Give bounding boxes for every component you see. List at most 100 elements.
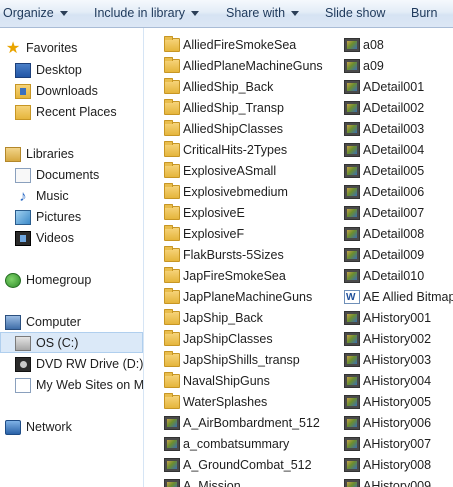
nav-libraries-label: Libraries	[26, 147, 74, 161]
folder-item[interactable]: ExplosiveF	[164, 224, 339, 245]
slide-show-button[interactable]: Slide show	[325, 0, 385, 27]
file-item[interactable]: AHistory009	[344, 476, 452, 487]
nav-item-recent-places[interactable]: Recent Places	[15, 102, 141, 123]
file-item[interactable]: ADetail002	[344, 98, 452, 119]
file-name: WaterSplashes	[183, 395, 268, 409]
folder-item[interactable]: JapShip_Back	[164, 308, 339, 329]
file-item[interactable]: ADetail007	[344, 203, 452, 224]
folder-item[interactable]: FlakBursts-5Sizes	[164, 245, 339, 266]
file-name: ExplosiveE	[183, 206, 245, 220]
file-name: AlliedFireSmokeSea	[183, 38, 297, 52]
file-item[interactable]: ADetail001	[344, 77, 452, 98]
folder-item[interactable]: AlliedFireSmokeSea	[164, 35, 339, 56]
file-name: A_AirBombardment_512	[183, 416, 320, 430]
nav-homegroup[interactable]: Homegroup	[5, 270, 141, 291]
folder-item[interactable]: AlliedShip_Transp	[164, 98, 339, 119]
file-item[interactable]: AHistory006	[344, 413, 452, 434]
file-item[interactable]: A_GroundCombat_512	[164, 455, 339, 476]
include-in-library-button[interactable]: Include in library	[94, 0, 200, 27]
file-name: AHistory005	[363, 395, 432, 409]
folder-item[interactable]: JapFireSmokeSea	[164, 266, 339, 287]
file-name: ADetail010	[363, 269, 425, 283]
file-item[interactable]: AHistory005	[344, 392, 452, 413]
nav-item-music[interactable]: ♪ Music	[15, 186, 141, 207]
folder-item[interactable]: JapShipClasses	[164, 329, 339, 350]
file-item[interactable]: AE Allied Bitmap	[344, 287, 453, 308]
nav-item-documents[interactable]: Documents	[15, 165, 141, 186]
nav-item-label: Recent Places	[36, 105, 117, 119]
image-file-icon	[344, 248, 360, 262]
navigation-pane: ★ Favorites Desktop Downloads Recent Pla…	[0, 28, 143, 487]
file-item[interactable]: AHistory001	[344, 308, 452, 329]
file-item[interactable]: ADetail004	[344, 140, 452, 161]
file-name: ADetail008	[363, 227, 425, 241]
file-name: ADetail007	[363, 206, 425, 220]
nav-favorites[interactable]: ★ Favorites	[5, 38, 141, 59]
file-item[interactable]: AHistory007	[344, 434, 452, 455]
nav-computer[interactable]: Computer	[5, 312, 141, 333]
image-file-icon	[164, 437, 180, 451]
organize-button[interactable]: Organize	[3, 0, 68, 27]
file-item[interactable]: ADetail009	[344, 245, 452, 266]
file-name: AHistory002	[363, 332, 432, 346]
file-item[interactable]: AHistory008	[344, 455, 452, 476]
folder-icon	[164, 78, 180, 94]
folder-item[interactable]: ExplosiveASmall	[164, 161, 339, 182]
file-item[interactable]: A_AirBombardment_512	[164, 413, 339, 434]
nav-libraries[interactable]: Libraries	[5, 144, 141, 165]
image-file-icon	[344, 227, 360, 241]
file-item[interactable]: AHistory004	[344, 371, 452, 392]
slide-show-label: Slide show	[325, 6, 386, 20]
nav-item-desktop[interactable]: Desktop	[15, 60, 141, 81]
folder-item[interactable]: Explosivebmedium	[164, 182, 339, 203]
file-item[interactable]: a_combatsummary	[164, 434, 339, 455]
file-item[interactable]: AHistory002	[344, 329, 452, 350]
image-file-icon	[344, 269, 360, 283]
file-item[interactable]: ADetail010	[344, 266, 452, 287]
file-item[interactable]: ADetail008	[344, 224, 452, 245]
file-item[interactable]: a09	[344, 56, 452, 77]
image-file-icon	[164, 479, 180, 487]
share-with-button[interactable]: Share with	[226, 0, 300, 27]
file-item[interactable]: ADetail003	[344, 119, 452, 140]
folder-item[interactable]: JapPlaneMachineGuns	[164, 287, 339, 308]
file-item[interactable]: A_Mission	[164, 476, 339, 487]
image-file-icon	[344, 395, 360, 409]
file-name: AlliedPlaneMachineGuns	[183, 59, 323, 73]
burn-button[interactable]: Burn	[411, 0, 437, 27]
nav-item-web-sites[interactable]: My Web Sites on MS	[15, 375, 143, 396]
folder-item[interactable]: JapShipShills_transp	[164, 350, 339, 371]
folder-item[interactable]: AlliedShipClasses	[164, 119, 339, 140]
nav-item-dvd-drive[interactable]: DVD RW Drive (D:) G	[15, 354, 143, 375]
file-item[interactable]: ADetail005	[344, 161, 452, 182]
image-file-icon	[344, 206, 360, 220]
web-sites-icon	[15, 378, 31, 393]
recent-places-icon	[15, 105, 31, 120]
folder-item[interactable]: ExplosiveE	[164, 203, 339, 224]
file-item[interactable]: AHistory003	[344, 350, 452, 371]
nav-item-pictures[interactable]: Pictures	[15, 207, 141, 228]
folder-item[interactable]: AlliedShip_Back	[164, 77, 339, 98]
image-file-icon	[344, 38, 360, 52]
file-name: AlliedShip_Back	[183, 80, 274, 94]
nav-item-label: OS (C:)	[36, 336, 79, 350]
folder-item[interactable]: CriticalHits-2Types	[164, 140, 339, 161]
file-name: ADetail002	[363, 101, 425, 115]
nav-item-downloads[interactable]: Downloads	[15, 81, 141, 102]
folder-item[interactable]: NavalShipGuns	[164, 371, 339, 392]
share-with-label: Share with	[226, 6, 286, 20]
nav-network[interactable]: Network	[5, 417, 141, 438]
documents-icon	[15, 168, 31, 183]
image-file-icon	[344, 164, 360, 178]
nav-item-os-drive[interactable]: OS (C:)	[0, 332, 143, 353]
folder-item[interactable]: AlliedPlaneMachineGuns	[164, 56, 339, 77]
nav-item-videos[interactable]: Videos	[15, 228, 141, 249]
image-file-icon	[344, 122, 360, 136]
pictures-icon	[15, 210, 31, 225]
file-item[interactable]: ADetail006	[344, 182, 452, 203]
file-name: AHistory008	[363, 458, 432, 472]
image-file-icon	[344, 479, 360, 487]
file-name: JapFireSmokeSea	[183, 269, 286, 283]
file-item[interactable]: a08	[344, 35, 452, 56]
folder-item[interactable]: WaterSplashes	[164, 392, 339, 413]
